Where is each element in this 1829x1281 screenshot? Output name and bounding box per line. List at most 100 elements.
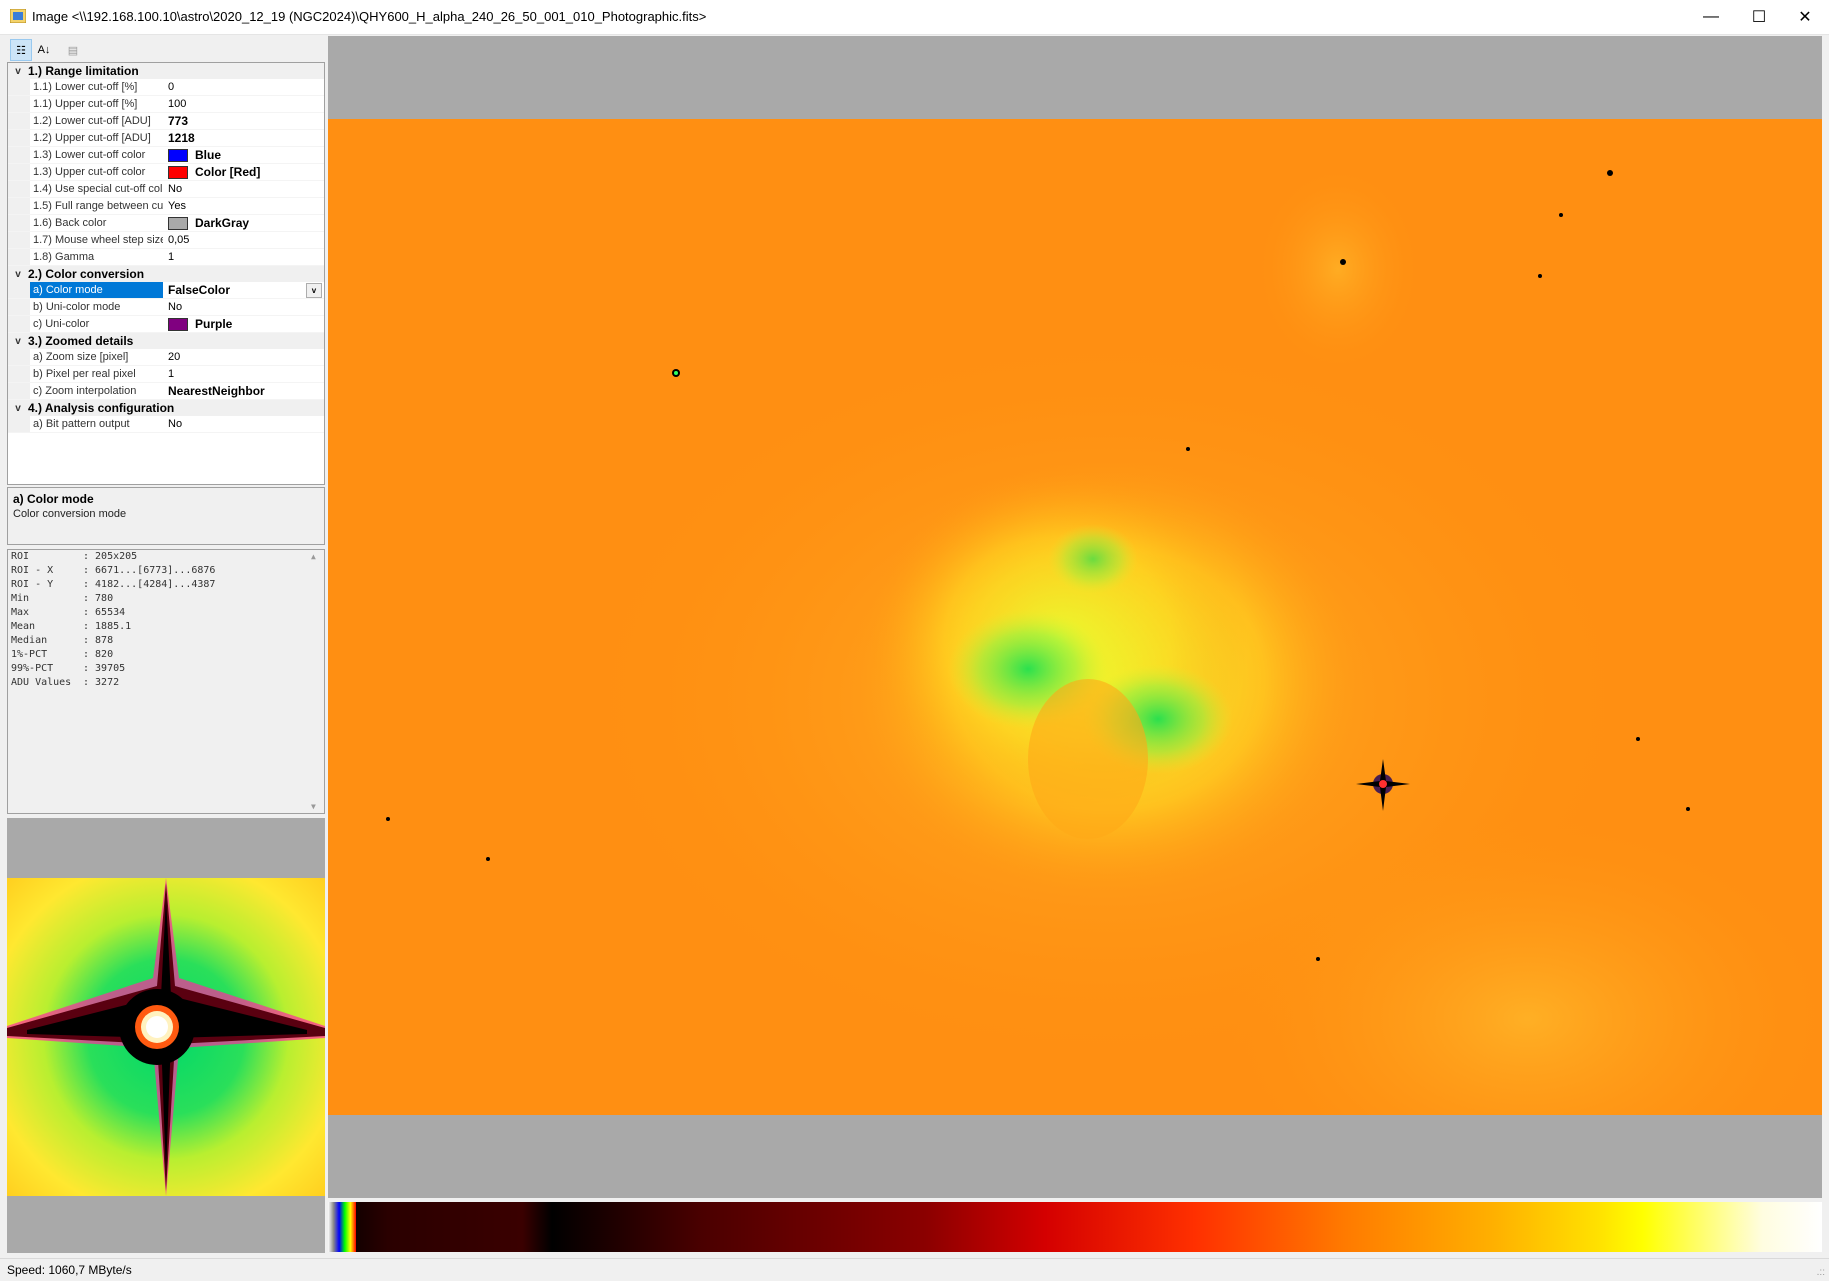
prop-name: 1.3) Upper cut-off color [33,166,146,178]
color-mode-select[interactable]: FalseColor [168,283,230,297]
prop-value-cell[interactable]: Purple [163,316,324,332]
prop-value[interactable]: No [163,299,324,315]
stats-label: ADU Values [11,677,72,688]
prop-value: Purple [195,317,233,331]
prop-value[interactable]: 1218 [163,130,324,146]
chevron-down-icon[interactable]: v [8,66,28,77]
category-label: 3.) Zoomed details [28,334,134,348]
prop-value-cell[interactable]: Color [Red] [163,164,324,180]
window-title: Image <\\192.168.100.10\astro\2020_12_19… [32,9,707,24]
false-color-image [328,119,1822,1115]
prop-value[interactable]: No [163,181,324,197]
stats-value: : 780 [83,593,114,604]
prop-bit-pattern-output[interactable]: a) Bit pattern output No [8,416,324,433]
prop-value: DarkGray [195,216,250,230]
stats-row: 99%-PCT: 39705 [8,662,324,676]
prop-name: 1.5) Full range between cu [33,200,163,212]
category-label: 4.) Analysis configuration [28,401,175,415]
prop-zoom-interpolation[interactable]: c) Zoom interpolation NearestNeighbor [8,383,324,400]
color-swatch [168,216,188,230]
prop-uni-color[interactable]: c) Uni-color Purple [8,316,324,333]
prop-back-color[interactable]: 1.6) Back color DarkGray [8,215,324,232]
prop-pixel-per-real[interactable]: b) Pixel per real pixel 1 [8,366,324,383]
prop-gamma[interactable]: 1.8) Gamma 1 [8,249,324,266]
close-button[interactable]: ✕ [1782,0,1828,34]
prop-name: 1.1) Upper cut-off [%] [33,98,138,110]
prop-value[interactable]: Yes [163,198,324,214]
prop-mouse-wheel-step[interactable]: 1.7) Mouse wheel step size 0,05 [8,232,324,249]
stats-label: ROI [11,551,30,562]
scroll-up-icon[interactable]: ▲ [311,552,316,561]
prop-value[interactable]: 0,05 [163,232,324,248]
stats-label: ROI - Y [11,579,54,590]
prop-value[interactable]: 0 [163,79,324,95]
prop-value-cell[interactable]: FalseColor v [163,282,324,298]
stats-row: Max: 65534 [8,606,324,620]
zoomed-star-image [7,878,325,1196]
prop-uni-color-mode[interactable]: b) Uni-color mode No [8,299,324,316]
prop-color-mode[interactable]: a) Color mode FalseColor v [8,282,324,299]
alphabetical-sort-button[interactable]: A↓ [33,39,55,61]
prop-value[interactable]: 1 [163,366,324,382]
stats-row: ROI - X : 6671...[6773]...6876 [8,564,324,578]
prop-upper-cutoff-adu[interactable]: 1.2) Upper cut-off [ADU] 1218 [8,130,324,147]
speed-status: Speed: 1060,7 MByte/s [7,1263,132,1277]
prop-upper-cutoff-pct[interactable]: 1.1) Upper cut-off [%] 100 [8,96,324,113]
color-swatch [168,165,188,179]
prop-lower-cutoff-adu[interactable]: 1.2) Lower cut-off [ADU] 773 [8,113,324,130]
roi-statistics-textbox[interactable]: ROI: 205x205 ROI - X: 6671...[6773]...68… [7,549,325,814]
stats-label: 99%-PCT [11,663,54,674]
app-image-icon [10,9,26,23]
prop-value-cell[interactable]: DarkGray [163,215,324,231]
stats-row: 1%-PCT: 820 [8,648,324,662]
category-zoomed-details[interactable]: v 3.) Zoomed details [8,333,324,349]
stats-value: : 65534 [83,607,126,618]
prop-lower-cutoff-pct[interactable]: 1.1) Lower cut-off [%] 0 [8,79,324,96]
prop-value[interactable]: 20 [163,349,324,365]
prop-zoom-size[interactable]: a) Zoom size [pixel] 20 [8,349,324,366]
resize-grip-icon[interactable]: .:: [1817,1267,1825,1278]
prop-upper-cutoff-color[interactable]: 1.3) Upper cut-off color Color [Red] [8,164,324,181]
prop-name: b) Pixel per real pixel [33,368,136,380]
prop-value: Color [Red] [195,165,261,179]
prop-value[interactable]: 100 [163,96,324,112]
stats-row: Mean : 1885.1 [8,620,324,634]
minimize-button[interactable]: — [1688,0,1734,34]
chevron-down-icon[interactable]: v [8,403,28,414]
help-title: a) Color mode [13,492,94,506]
prop-name: 1.2) Lower cut-off [ADU] [33,115,151,127]
color-scale-bar [328,1202,1822,1252]
chevron-down-icon[interactable]: v [8,269,28,280]
main-image-view[interactable] [328,36,1822,1198]
stats-label: ROI - X [11,565,54,576]
prop-value[interactable]: 773 [163,113,324,129]
prop-lower-cutoff-color[interactable]: 1.3) Lower cut-off color Blue [8,147,324,164]
dropdown-arrow-icon[interactable]: v [306,283,322,298]
stats-scrollbar[interactable]: ▲ ▼ [308,550,324,813]
category-range-limitation[interactable]: v 1.) Range limitation [8,63,324,79]
prop-name: a) Zoom size [pixel] [33,351,129,363]
category-color-conversion[interactable]: v 2.) Color conversion [8,266,324,282]
property-pages-button[interactable]: ▤ [62,39,84,61]
stats-value: : 1885.1 [83,621,132,632]
stats-label: Mean [11,621,36,632]
stats-value: : 4182...[4284]...4387 [83,579,216,590]
stats-value: : 878 [83,635,114,646]
prop-value-cell[interactable]: Blue [163,147,324,163]
color-gradient [328,1202,1822,1252]
category-analysis-configuration[interactable]: v 4.) Analysis configuration [8,400,324,416]
categorized-view-button[interactable]: ☷ [10,39,32,61]
prop-use-special-cutoff[interactable]: 1.4) Use special cut-off col No [8,181,324,198]
prop-full-range[interactable]: 1.5) Full range between cu Yes [8,198,324,215]
chevron-down-icon[interactable]: v [8,336,28,347]
prop-value[interactable]: No [163,416,324,432]
maximize-button[interactable]: ☐ [1736,0,1782,34]
stats-value: : 6671...[6773]...6876 [83,565,216,576]
scroll-down-icon[interactable]: ▼ [311,802,316,811]
prop-value: Blue [195,148,222,162]
stats-row: Min: 780 [8,592,324,606]
zoomed-detail-view[interactable] [7,818,325,1253]
prop-value[interactable]: NearestNeighbor [163,383,324,399]
help-description: Color conversion mode [13,508,127,520]
prop-value[interactable]: 1 [163,249,324,265]
